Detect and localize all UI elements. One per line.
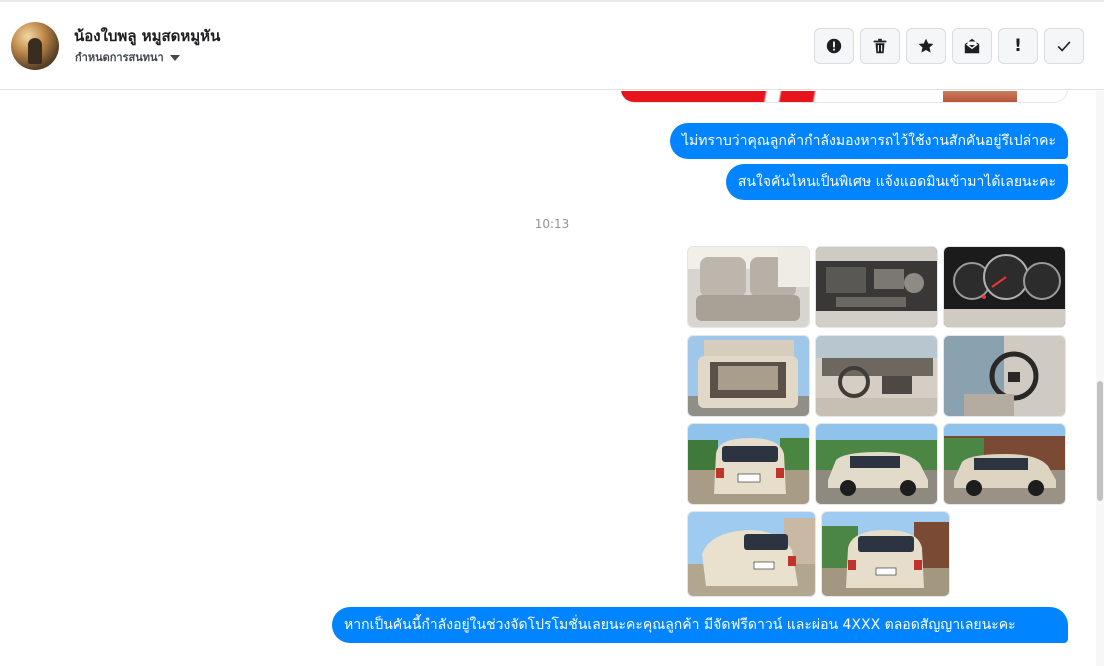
message-thread[interactable]: ไม่ทราบว่าคุณลูกค้ากำลังมองหารถไว้ใช้งาน… [0, 91, 1096, 666]
conversation-schedule-dropdown[interactable]: กำหนดการสนทนา [75, 48, 180, 66]
trash-icon [873, 38, 887, 54]
photo-gauge-cluster[interactable] [943, 246, 1066, 328]
photo-car-rear-driveway[interactable] [821, 511, 950, 597]
photo-steering-wheel[interactable] [943, 335, 1066, 417]
star-button[interactable] [906, 28, 946, 64]
message-bubble[interactable]: สนใจคันไหนเป็นพิเศษ แจ้งแอดมินเข้ามาได้เ… [725, 164, 1068, 200]
message-bubble[interactable]: หากเป็นคันนี้กำลังอยู่ในช่วงจัดโปรโมชั่น… [332, 607, 1068, 643]
photo-car-side-right[interactable] [943, 423, 1066, 505]
check-icon [1057, 41, 1071, 52]
archive-button[interactable] [952, 28, 992, 64]
header-actions: ! [814, 28, 1084, 64]
photo-engine-bay[interactable] [815, 246, 938, 328]
report-spam-button[interactable] [814, 28, 854, 64]
scrollbar-thumb[interactable] [1097, 381, 1103, 501]
schedule-label: กำหนดการสนทนา [75, 51, 164, 64]
open-envelope-icon [964, 38, 980, 54]
alert-circle-icon [826, 38, 842, 54]
photo-trunk-open[interactable] [687, 335, 810, 417]
message-bubble[interactable]: ไม่ทราบว่าคุณลูกค้ากำลังมองหารถไว้ใช้งาน… [669, 123, 1068, 159]
photo-car-rear-angle[interactable] [687, 511, 816, 597]
conversation-header: น้องใบพลู หมูสดหมูหัน กำหนดการสนทนา ! [0, 2, 1104, 90]
mark-important-button[interactable]: ! [998, 28, 1038, 64]
mark-done-button[interactable] [1044, 28, 1084, 64]
photo-car-side-left[interactable] [815, 423, 938, 505]
photo-rear-seats[interactable] [687, 246, 810, 328]
message-timestamp: 10:13 [534, 217, 570, 231]
photo-car-rear[interactable] [687, 423, 810, 505]
previous-attachment-card[interactable] [620, 91, 1068, 103]
scrollbar[interactable] [1096, 91, 1104, 666]
star-icon [918, 38, 934, 53]
exclamation-icon: ! [1014, 35, 1022, 56]
avatar[interactable] [11, 22, 59, 70]
photo-dashboard[interactable] [815, 335, 938, 417]
delete-button[interactable] [860, 28, 900, 64]
caret-down-icon [169, 54, 180, 61]
contact-name[interactable]: น้องใบพลู หมูสดหมูหัน [74, 24, 220, 48]
